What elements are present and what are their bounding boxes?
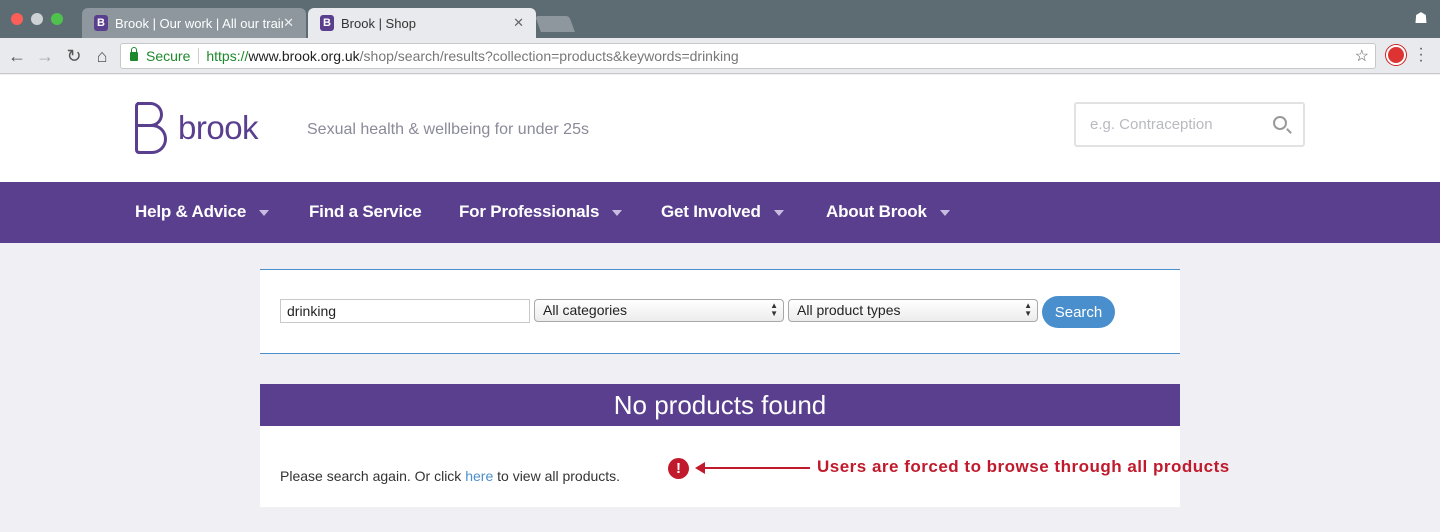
lock-icon (130, 46, 138, 61)
close-tab-icon[interactable]: ✕ (283, 15, 294, 31)
url-divider (198, 48, 200, 64)
url-host: www.brook.org.uk (248, 48, 360, 64)
nav-about-brook[interactable]: About Brook (826, 202, 950, 222)
bookmark-star-icon[interactable]: ☆ (1355, 46, 1369, 66)
message-text-before: Please search again. Or click (280, 468, 466, 484)
close-tab-icon[interactable]: ✕ (513, 15, 524, 31)
url-scheme: https:// (206, 48, 249, 64)
nav-label: Get Involved (661, 202, 761, 221)
site-search-input[interactable] (1090, 104, 1270, 144)
brook-logo-mark-icon (135, 102, 169, 154)
main-navigation: Help & Advice Find a Service For Profess… (0, 182, 1440, 243)
no-results-message: Please search again. Or click here to vi… (280, 468, 620, 484)
select-arrows-icon: ▲ ▼ (770, 301, 778, 318)
secure-label: Secure (146, 48, 191, 64)
brook-favicon-icon: B (94, 15, 108, 31)
site-header: brook Sexual health & wellbeing for unde… (0, 75, 1440, 182)
close-window-button[interactable] (11, 13, 23, 25)
search-icon[interactable] (1273, 116, 1287, 130)
nav-get-involved[interactable]: Get Involved (661, 202, 784, 222)
nav-label: About Brook (826, 202, 927, 221)
reload-icon[interactable]: ↻ (63, 45, 85, 67)
category-select[interactable]: All categories ▲ ▼ (534, 299, 784, 322)
site-search-box (1074, 102, 1305, 147)
tab-title: Brook | Shop (341, 15, 416, 31)
logo-text: brook (178, 109, 259, 146)
minimize-window-button[interactable] (31, 13, 43, 25)
product-type-select[interactable]: All product types ▲ ▼ (788, 299, 1038, 322)
results-heading: No products found (260, 384, 1180, 426)
nav-help-advice[interactable]: Help & Advice (135, 202, 270, 222)
incognito-icon: ☗ (1414, 10, 1428, 27)
nav-label: Find a Service (309, 202, 422, 221)
shop-search-panel: All categories ▲▼ All product types ▲▼ S… (260, 269, 1180, 354)
chevron-down-icon (612, 210, 623, 216)
home-icon[interactable]: ⌂ (91, 45, 113, 67)
product-type-select-value: All product types (797, 302, 901, 318)
extension-icon[interactable] (1386, 45, 1406, 65)
brook-logo[interactable]: brook (135, 102, 259, 154)
chevron-down-icon (259, 210, 270, 216)
annotation-text: Users are forced to browse through all p… (817, 457, 1230, 476)
view-all-products-link[interactable]: here (465, 468, 493, 484)
chevron-down-icon (939, 210, 950, 216)
browser-toolbar: ← → ↻ ⌂ Secure https:// www.brook.org.uk… (0, 38, 1440, 74)
nav-find-a-service[interactable]: Find a Service (309, 202, 422, 222)
nav-label: For Professionals (459, 202, 600, 221)
browser-tab-our-work[interactable]: B Brook | Our work | All our train ✕ (82, 8, 306, 38)
back-arrow-icon[interactable]: ← (6, 45, 28, 67)
annotation-arrow-icon (695, 462, 810, 474)
chevron-down-icon (773, 210, 784, 216)
site-tagline: Sexual health & wellbeing for under 25s (307, 121, 589, 138)
message-text-after: to view all products. (493, 468, 621, 484)
address-bar[interactable]: Secure https:// www.brook.org.uk /shop/s… (120, 43, 1376, 69)
browser-menu-icon[interactable]: · · · (1414, 41, 1428, 69)
brook-favicon-icon: B (320, 15, 334, 31)
select-arrows-icon: ▲ ▼ (1024, 301, 1032, 318)
exclamation-alert-icon: ! (668, 458, 689, 479)
nav-for-professionals[interactable]: For Professionals (459, 202, 623, 222)
tab-title: Brook | Our work | All our train (115, 15, 283, 31)
url-path: /shop/search/results?collection=products… (359, 48, 739, 64)
browser-tab-shop[interactable]: B Brook | Shop ✕ (308, 8, 536, 38)
maximize-window-button[interactable] (51, 13, 63, 25)
search-button[interactable]: Search (1042, 296, 1115, 328)
new-tab-button[interactable] (535, 16, 575, 32)
keyword-input[interactable] (280, 299, 530, 323)
nav-label: Help & Advice (135, 202, 247, 221)
browser-tab-bar: B Brook | Our work | All our train ✕ B B… (0, 0, 1440, 38)
forward-arrow-icon[interactable]: → (34, 45, 56, 67)
category-select-value: All categories (543, 302, 628, 318)
